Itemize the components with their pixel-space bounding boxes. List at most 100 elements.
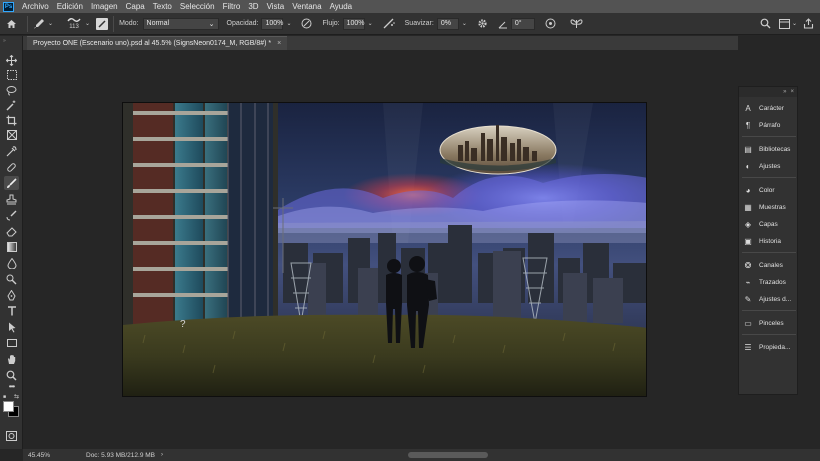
default-colors-icon[interactable]: ■ [3, 394, 6, 400]
zoom-tool-icon[interactable] [4, 368, 19, 382]
panel-parrafo[interactable]: ¶ Párrafo [743, 118, 799, 132]
workspace-icon[interactable]: ⌄ [778, 18, 797, 29]
menu-archivo[interactable]: Archivo [18, 2, 53, 11]
healing-brush-tool-icon[interactable] [4, 160, 19, 174]
menu-3d[interactable]: 3D [244, 2, 262, 11]
zoom-level[interactable]: 45.45% [28, 452, 68, 459]
document-tab-bar: Proyecto ONE (Escenario uno).psd al 45.5… [23, 36, 738, 50]
home-icon[interactable] [0, 19, 22, 29]
pen-tool-icon[interactable] [4, 288, 19, 302]
chevron-down-icon: ⌄ [48, 21, 54, 27]
menu-vista[interactable]: Vista [263, 2, 289, 11]
chevron-down-icon: ⌄ [791, 21, 797, 27]
panel-header: » × [739, 87, 797, 97]
canvas-area[interactable]: ? [23, 50, 738, 449]
lasso-tool-icon[interactable] [4, 83, 19, 97]
panel-historia[interactable]: ▣ Historia [743, 234, 799, 248]
brush-tool-preset-icon[interactable]: ⌄ [33, 18, 53, 30]
expand-panels-icon[interactable]: » [783, 89, 786, 95]
type-tool-icon[interactable] [4, 304, 19, 318]
menu-imagen[interactable]: Imagen [87, 2, 122, 11]
panel-canales[interactable]: ❂ Canales [743, 258, 799, 272]
angle-input[interactable]: 0° [510, 17, 535, 30]
quick-mask-icon[interactable] [4, 429, 19, 443]
close-panels-icon[interactable]: × [790, 89, 794, 95]
chevron-down-icon[interactable]: ⌄ [462, 20, 467, 27]
foreground-color-swatch[interactable] [3, 401, 14, 412]
brush-settings-panel-icon[interactable] [96, 17, 109, 30]
chevron-down-icon[interactable]: ⌄ [286, 20, 291, 27]
eraser-tool-icon[interactable] [4, 224, 19, 238]
status-bar: 45.45% Doc: 5.93 MB/212.9 MB › [23, 449, 820, 461]
panel-caracter[interactable]: A Carácter [743, 101, 799, 115]
close-tab-icon[interactable]: × [277, 40, 281, 47]
brush-size-value: 113 [69, 23, 79, 30]
chevron-right-icon[interactable]: › [161, 452, 163, 458]
move-tool-icon[interactable] [4, 53, 19, 67]
horizontal-scrollbar[interactable] [408, 452, 488, 458]
layers-icon: ◈ [744, 219, 752, 229]
dodge-tool-icon[interactable] [4, 272, 19, 286]
menu-ayuda[interactable]: Ayuda [326, 2, 357, 11]
chevron-down-icon[interactable]: ⌄ [368, 20, 373, 27]
adjustments-icon: ◐ [745, 161, 751, 171]
flow-input[interactable]: 100% [342, 17, 365, 30]
panel-trazados[interactable]: ⌁ Trazados [743, 275, 799, 289]
opacity-input[interactable]: 100% [261, 17, 284, 30]
panel-pinceles[interactable]: ▭ Pinceles [743, 316, 799, 330]
document-title: Proyecto ONE (Escenario uno).psd al 45.5… [33, 40, 272, 47]
flow-value: 100% [346, 20, 365, 27]
properties-icon: ☰ [744, 342, 752, 352]
menu-texto[interactable]: Texto [149, 2, 176, 11]
clone-stamp-tool-icon[interactable] [4, 192, 19, 206]
pressure-opacity-icon[interactable] [301, 18, 312, 29]
symmetry-butterfly-icon[interactable] [570, 18, 583, 29]
panel-muestras[interactable]: ▦ Muestras [743, 200, 799, 214]
frame-tool-icon[interactable] [4, 128, 19, 142]
search-icon[interactable] [760, 18, 771, 29]
document-size-info[interactable]: Doc: 5.93 MB/212.9 MB [86, 452, 155, 459]
brush-tool-icon[interactable] [4, 176, 19, 190]
menu-capa[interactable]: Capa [122, 2, 149, 11]
collapse-toolbar-icon[interactable]: » [3, 38, 6, 44]
gear-icon[interactable] [477, 18, 488, 29]
share-icon[interactable] [803, 18, 814, 29]
hand-tool-icon[interactable] [4, 352, 19, 366]
panel-bibliotecas[interactable]: ▤ Bibliotecas [743, 142, 799, 156]
menu-seleccion[interactable]: Selección [176, 2, 219, 11]
menu-filtro[interactable]: Filtro [219, 2, 245, 11]
panel-ajustes-de-pinceles[interactable]: ✎ Ajustes d... [743, 292, 799, 306]
panel-label: Muestras [759, 203, 786, 211]
panel-capas[interactable]: ◈ Capas [743, 217, 799, 231]
more-tools-icon[interactable]: ••• [4, 382, 19, 391]
menu-edicion[interactable]: Edición [53, 2, 87, 11]
pressure-size-icon[interactable] [545, 18, 556, 29]
rectangle-tool-icon[interactable] [4, 336, 19, 350]
libraries-icon: ▤ [744, 144, 752, 154]
magic-wand-tool-icon[interactable] [4, 98, 19, 112]
menu-ventana[interactable]: Ventana [288, 2, 325, 11]
paragraph-icon: ¶ [745, 120, 751, 130]
blur-tool-icon[interactable] [4, 256, 19, 270]
brush-preset-picker[interactable]: 113 [65, 17, 83, 31]
smoothing-input[interactable]: 0% [436, 17, 459, 30]
swap-colors-icon[interactable]: ⇆ [14, 393, 19, 400]
path-selection-tool-icon[interactable] [4, 320, 19, 334]
document-tab[interactable]: Proyecto ONE (Escenario uno).psd al 45.5… [27, 36, 288, 50]
options-bar: ⌄ 113 ⌄ Modo: Normal ⌄ Opacidad: 100% ⌄ … [0, 13, 820, 35]
document-artwork[interactable]: ? [122, 102, 647, 397]
chevron-down-icon[interactable]: ⌄ [85, 20, 90, 27]
mode-select[interactable]: Normal ⌄ [142, 17, 219, 30]
crop-tool-icon[interactable] [4, 113, 19, 127]
panel-ajustes[interactable]: ◐ Ajustes [743, 159, 799, 173]
eyedropper-tool-icon[interactable] [4, 144, 19, 158]
smoothing-label: Suavizar: [404, 20, 434, 27]
brush-tip-icon [67, 17, 81, 22]
history-brush-tool-icon[interactable] [4, 208, 19, 222]
panel-label: Historia [759, 237, 782, 245]
airbrush-icon[interactable] [383, 18, 395, 29]
marquee-tool-icon[interactable] [4, 68, 19, 82]
panel-propiedades[interactable]: ☰ Propieda... [743, 340, 799, 354]
gradient-tool-icon[interactable] [4, 240, 19, 254]
panel-color[interactable]: ◕ Color [743, 183, 799, 197]
